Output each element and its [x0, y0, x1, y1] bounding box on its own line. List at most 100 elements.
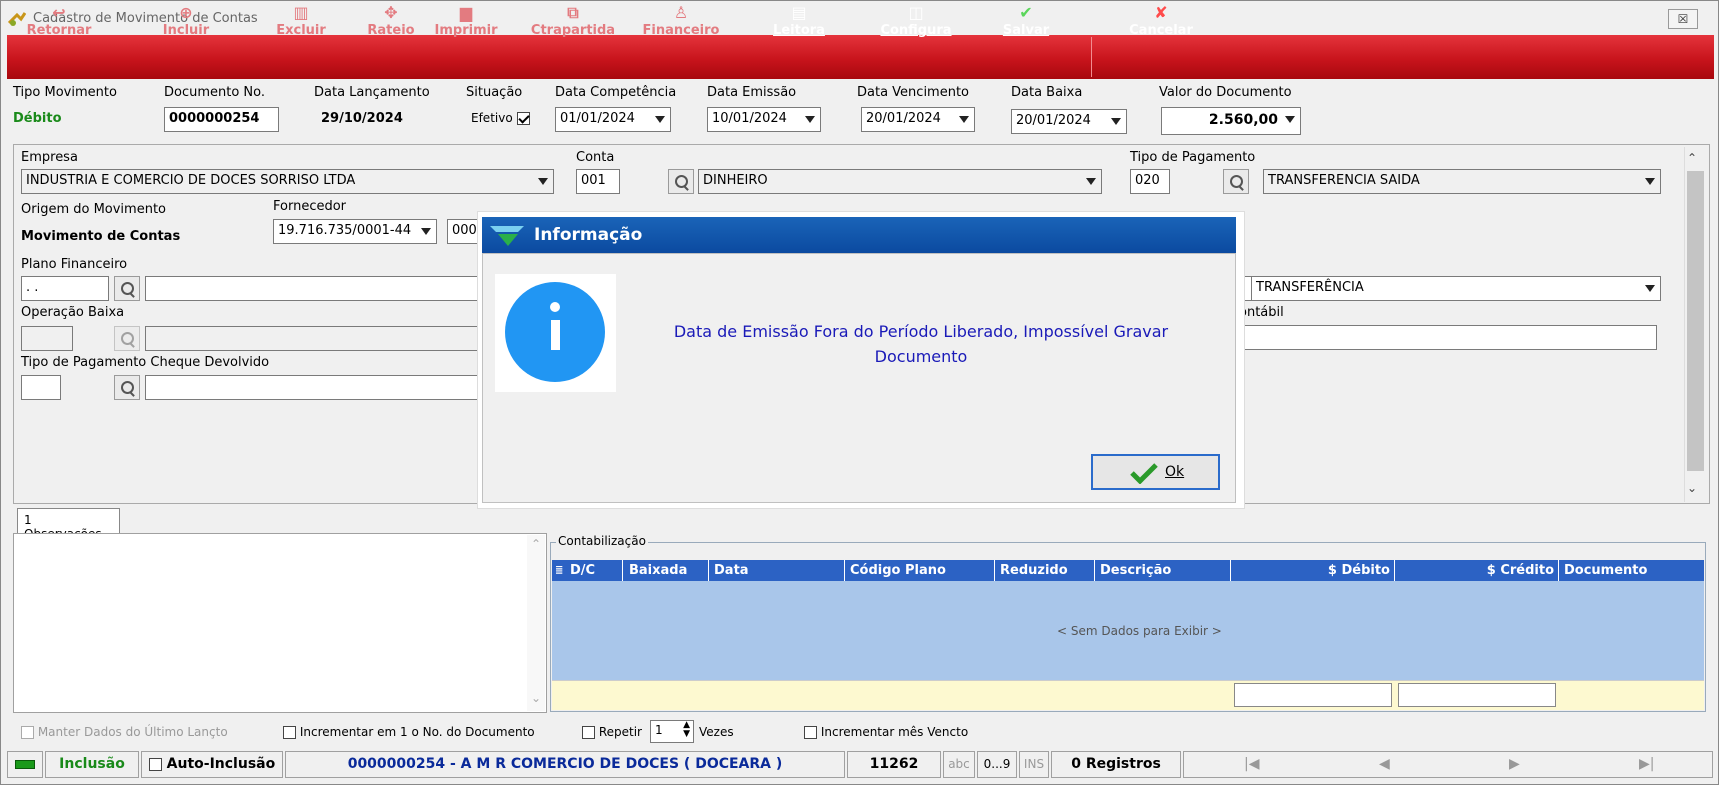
empresa-label: Empresa: [21, 150, 78, 165]
conta-code-input[interactable]: 001: [576, 169, 620, 194]
empresa-select[interactable]: INDUSTRIA E COMERCIO DE DOCES SORRISO LT…: [21, 169, 554, 194]
tipo-movimento-label: Tipo Movimento: [13, 85, 117, 100]
manter-dados-checkbox[interactable]: [21, 726, 34, 739]
scroll-down-icon[interactable]: ⌄: [531, 691, 541, 705]
col-credito[interactable]: $ Crédito: [1397, 560, 1559, 581]
tipo-pagamento-code-input[interactable]: 020: [1130, 169, 1170, 194]
grid-empty-message: < Sem Dados para Exibir >: [1057, 624, 1222, 638]
col-descricao[interactable]: Descrição: [1097, 560, 1231, 581]
finance-icon: ♙: [673, 3, 689, 22]
operacao-description-input[interactable]: [145, 326, 481, 351]
rateio-button[interactable]: ✥ Rateio: [351, 4, 431, 44]
cheque-search-icon[interactable]: [114, 375, 140, 400]
situacao-value: Efetivo: [471, 111, 513, 125]
chevron-down-icon: [1111, 118, 1121, 125]
excluir-button[interactable]: ▥ Excluir: [261, 4, 341, 44]
conta-select[interactable]: DINHEIRO: [698, 169, 1102, 194]
stepper-arrows-icon[interactable]: ▲ ▼: [683, 721, 690, 739]
barcode-reader-icon: ▤: [791, 3, 807, 22]
config-icon: ◫: [908, 3, 924, 22]
cheque-code-input[interactable]: [21, 375, 61, 400]
tipo-pagamento-select[interactable]: TRANSFERENCIA SAIDA: [1263, 169, 1661, 194]
contabil-label: ontábil: [1239, 305, 1284, 320]
total-debito-field: [1234, 683, 1392, 707]
tab-observacoes[interactable]: 1 Observações: [17, 508, 120, 541]
info-icon: [505, 282, 605, 382]
operacao-search-icon[interactable]: [114, 326, 140, 351]
cancelar-button[interactable]: ✘ Cancelar: [1119, 4, 1203, 44]
close-button[interactable]: ☒: [1668, 9, 1698, 29]
scroll-up-icon[interactable]: ⌃: [1687, 151, 1697, 165]
configura-button[interactable]: ◫ Configura: [866, 4, 966, 44]
transferencia-select[interactable]: TRANSFERÊNCIA: [1251, 276, 1661, 301]
repetir-label: Repetir: [598, 725, 642, 739]
efetivo-checkbox[interactable]: [516, 112, 530, 125]
repetir-checkbox[interactable]: [582, 726, 595, 739]
tipo-pagamento-label: Tipo de Pagamento: [1130, 150, 1256, 165]
first-record-icon[interactable]: |◀: [1244, 752, 1259, 777]
status-indicator: [7, 751, 43, 778]
origem-label: Origem do Movimento: [21, 202, 166, 217]
observacoes-textarea[interactable]: [13, 533, 547, 713]
retornar-button[interactable]: ↩ Retornar: [19, 4, 99, 44]
col-codigo-plano[interactable]: Código Plano: [847, 560, 995, 581]
ctrapartida-button[interactable]: ⧉ Ctrapartida: [527, 4, 619, 44]
trash-icon: ▥: [293, 3, 309, 22]
imprimir-button[interactable]: ▆ Imprimir: [426, 4, 506, 44]
toolbar-separator: [1091, 37, 1092, 77]
col-debito[interactable]: $ Débito: [1233, 560, 1395, 581]
auto-inclusao-checkbox[interactable]: [148, 757, 162, 771]
incrementar-mes-checkbox[interactable]: [804, 726, 817, 739]
repetir-stepper[interactable]: 1 ▲ ▼: [650, 720, 694, 743]
status-ins: INS: [1019, 751, 1049, 778]
next-record-icon[interactable]: ▶: [1509, 752, 1520, 777]
scroll-up-icon[interactable]: ⌃: [531, 537, 541, 551]
col-data[interactable]: Data: [711, 560, 845, 581]
leitora-button[interactable]: ▤ Leitora: [753, 4, 845, 44]
observacoes-scrollbar[interactable]: ⌃ ⌄: [527, 535, 545, 711]
record-navigator: |◀ ◀ ▶ ▶|: [1183, 751, 1713, 778]
col-dc[interactable]: D/C: [568, 560, 623, 581]
plano-description-input[interactable]: [145, 276, 481, 301]
incrementar-mes-label: Incrementar mês Vencto: [820, 725, 969, 739]
documento-input[interactable]: 0000000254: [164, 107, 279, 132]
auto-inclusao-toggle[interactable]: Auto-Inclusão: [141, 751, 283, 778]
col-reduzido[interactable]: Reduzido: [997, 560, 1095, 581]
fornecedor-code-input[interactable]: 000: [447, 219, 479, 244]
data-baixa-select[interactable]: 20/01/2024: [1011, 109, 1127, 134]
conta-label: Conta: [576, 150, 615, 165]
chevron-down-icon: [421, 228, 431, 235]
incluir-button[interactable]: ⊕ Incluir: [146, 4, 226, 44]
dialog-title: Informação: [534, 225, 643, 245]
conta-search-icon[interactable]: [668, 169, 694, 194]
valor-select[interactable]: 2.560,00: [1161, 107, 1301, 135]
situacao-label: Situação: [466, 85, 523, 100]
ok-button[interactable]: Ok: [1091, 454, 1220, 490]
col-documento[interactable]: Documento: [1561, 560, 1702, 581]
data-emissao-select[interactable]: 10/01/2024: [707, 107, 821, 132]
data-vencimento-select[interactable]: 20/01/2024: [861, 107, 975, 132]
plano-code-input[interactable]: . .: [21, 276, 109, 301]
origem-value: Movimento de Contas: [21, 229, 181, 244]
data-competencia-select[interactable]: 01/01/2024: [555, 107, 671, 132]
cheque-description-input[interactable]: [145, 375, 481, 400]
scrollbar-thumb[interactable]: [1687, 171, 1704, 471]
fornecedor-select[interactable]: 19.716.735/0001-44: [273, 219, 437, 244]
last-record-icon[interactable]: ▶|: [1639, 752, 1654, 777]
tipo-pagamento-search-icon[interactable]: [1223, 169, 1249, 194]
scroll-down-icon[interactable]: ⌄: [1687, 481, 1697, 495]
vertical-scrollbar[interactable]: ⌃ ⌄: [1684, 147, 1706, 502]
col-baixada[interactable]: Baixada: [626, 560, 709, 581]
previous-record-icon[interactable]: ◀: [1379, 752, 1390, 777]
data-lancamento-label: Data Lançamento: [314, 85, 430, 100]
app-logo-icon: [490, 226, 524, 246]
financeiro-button[interactable]: ♙ Financeiro: [635, 4, 727, 44]
grid-menu-icon[interactable]: ≣: [555, 560, 565, 581]
contabil-input[interactable]: [1241, 325, 1657, 350]
plano-search-icon[interactable]: [114, 276, 140, 301]
incrementar-doc-checkbox[interactable]: [283, 726, 296, 739]
status-num: 0...9: [977, 751, 1017, 778]
operacao-code-input[interactable]: [21, 326, 73, 351]
salvar-button[interactable]: ✔ Salvar: [986, 4, 1066, 44]
total-credito-field: [1398, 683, 1556, 707]
